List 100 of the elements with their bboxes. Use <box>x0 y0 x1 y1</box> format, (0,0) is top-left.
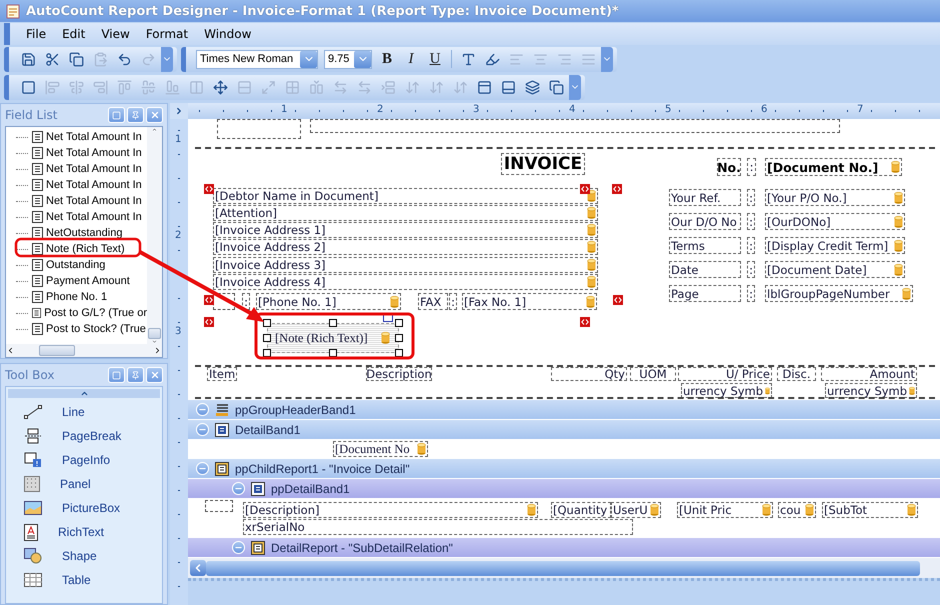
band-header[interactable]: ppDetailBand1 <box>188 479 940 499</box>
field-item[interactable]: Outstanding <box>46 259 106 271</box>
font-dropdown[interactable]: Times New Roman <box>196 50 318 68</box>
data-field[interactable]: lblGroupPageNumber <box>765 285 913 302</box>
data-field[interactable]: [Display Credit Term] <box>765 237 905 254</box>
scrollbar-thumb[interactable] <box>206 560 920 576</box>
tool-item[interactable]: Line <box>62 405 85 420</box>
report-title[interactable]: INVOICE <box>501 153 585 175</box>
horizontal-scrollbar[interactable] <box>188 558 940 578</box>
report-label[interactable]: : <box>747 285 755 302</box>
band-header[interactable]: DetailReport - "SubDetailRelation" <box>188 538 940 558</box>
data-field[interactable]: [Description] <box>243 502 538 518</box>
scrollbar-thumb[interactable] <box>148 328 161 340</box>
collapse-button[interactable] <box>196 462 209 475</box>
anchor-marker-icon[interactable] <box>613 295 623 305</box>
maximize-button[interactable] <box>108 367 125 384</box>
report-label[interactable]: Qty <box>551 367 627 381</box>
band-header[interactable]: ppGroupHeaderBand1 <box>188 400 940 420</box>
font-size-dropdown[interactable]: 9.75 <box>324 50 372 68</box>
collapse-button[interactable] <box>196 403 209 416</box>
report-label[interactable]: Your Ref. <box>669 189 741 206</box>
report-label[interactable]: Disc. <box>777 367 816 381</box>
text-style-button[interactable]: B <box>376 48 398 70</box>
collapse-button[interactable] <box>232 482 245 495</box>
report-label[interactable]: : <box>747 213 755 230</box>
data-field[interactable]: [Unit Pric <box>677 502 773 518</box>
text-style-button[interactable]: I <box>400 48 422 70</box>
scroll-left-button[interactable] <box>190 560 206 576</box>
menu-item[interactable]: View <box>95 25 136 43</box>
field-item[interactable]: Net Total Amount In <box>46 131 142 143</box>
data-field[interactable]: [Invoice Address 2] <box>213 239 598 255</box>
tool-item[interactable]: RichText <box>58 525 104 540</box>
data-field[interactable]: [Invoice Address 1] <box>213 222 598 238</box>
ruler-toggle-button[interactable] <box>170 103 188 119</box>
resize-handle[interactable] <box>329 349 337 357</box>
report-label[interactable]: Page <box>669 285 741 302</box>
anchor-marker-icon[interactable] <box>580 317 590 327</box>
tool-item[interactable]: PageBreak <box>62 429 122 444</box>
empty-frame[interactable] <box>205 500 233 512</box>
report-label[interactable]: U/ Price <box>678 367 772 381</box>
data-field[interactable]: [OurDONo] <box>765 213 905 230</box>
data-field[interactable]: [Note (Rich Text)] <box>267 323 399 353</box>
field-item[interactable]: Note (Rich Text) <box>46 243 125 255</box>
report-label[interactable]: : <box>747 189 755 206</box>
pin-button[interactable] <box>127 107 144 123</box>
toolbar-overflow-button[interactable] <box>601 46 613 72</box>
resize-handle[interactable] <box>329 319 337 327</box>
anchor-marker-icon[interactable] <box>204 295 214 305</box>
data-field[interactable]: cou <box>778 502 816 518</box>
vertical-scrollbar[interactable] <box>147 127 162 344</box>
field-item[interactable]: Post to Stock? (True <box>46 323 146 335</box>
field-item[interactable]: NetOutstanding <box>46 227 122 239</box>
data-field[interactable]: [Your P/O No.] <box>765 189 905 206</box>
report-label[interactable]: FAX <box>418 293 448 310</box>
empty-frame[interactable] <box>310 119 840 133</box>
report-label[interactable]: Item <box>207 367 237 381</box>
horizontal-scrollbar[interactable] <box>6 344 162 358</box>
anchor-marker-icon[interactable] <box>580 184 590 194</box>
collapse-button[interactable] <box>232 541 245 554</box>
report-label[interactable]: Description <box>366 367 432 381</box>
report-label[interactable]: : <box>242 293 250 310</box>
dropdown-button[interactable] <box>300 50 317 68</box>
data-field[interactable]: [Quantity <box>551 502 611 518</box>
report-label[interactable]: Amount <box>821 367 917 381</box>
report-label[interactable]: : <box>747 261 755 278</box>
anchor-marker-icon[interactable] <box>612 184 622 194</box>
report-label[interactable]: : <box>747 237 755 254</box>
text-style-button[interactable]: U <box>424 48 446 70</box>
report-label[interactable]: No. <box>717 158 741 176</box>
anchor-marker-icon[interactable] <box>204 184 214 194</box>
data-field[interactable]: [Phone No. 1] <box>256 293 401 310</box>
data-field[interactable]: [Fax No. 1] <box>462 293 597 310</box>
collapse-button[interactable] <box>196 423 209 436</box>
close-button[interactable] <box>146 107 163 123</box>
menu-item[interactable]: Window <box>198 25 258 43</box>
tool-item[interactable]: Shape <box>62 549 97 564</box>
report-label[interactable]: : <box>747 158 756 176</box>
menu-item[interactable]: Format <box>140 25 194 43</box>
tool-item[interactable]: Table <box>62 573 91 588</box>
band-header[interactable]: DetailBand1 <box>188 420 940 440</box>
field-item[interactable]: Net Total Amount In <box>46 163 142 175</box>
tool-item[interactable]: Panel <box>60 477 91 492</box>
data-field[interactable]: [Document No <box>333 441 428 457</box>
data-field[interactable]: urrency Symb <box>681 383 772 398</box>
field-item[interactable]: Phone No. 1 <box>46 291 108 303</box>
report-label[interactable]: UOM <box>630 367 676 381</box>
field-item[interactable]: Net Total Amount In <box>46 179 142 191</box>
data-field[interactable]: [Document Date] <box>765 261 905 278</box>
report-label[interactable]: xrSerialNo <box>243 519 633 535</box>
tool-item[interactable]: PictureBox <box>62 501 120 516</box>
empty-frame[interactable] <box>217 119 301 139</box>
toolbar-overflow-button[interactable] <box>161 46 173 72</box>
data-field[interactable]: UserU <box>611 502 661 518</box>
data-field[interactable]: [Attention] <box>213 205 598 221</box>
data-field[interactable]: [Invoice Address 4] <box>213 274 598 290</box>
data-field[interactable]: urrency Symb <box>825 383 917 398</box>
report-label[interactable]: Our D/O No <box>669 213 741 230</box>
band-header[interactable]: ppChildReport1 - "Invoice Detail" <box>188 459 940 479</box>
field-item[interactable]: Post to G/L? (True or <box>44 307 147 319</box>
report-label[interactable]: Terms <box>669 237 741 254</box>
